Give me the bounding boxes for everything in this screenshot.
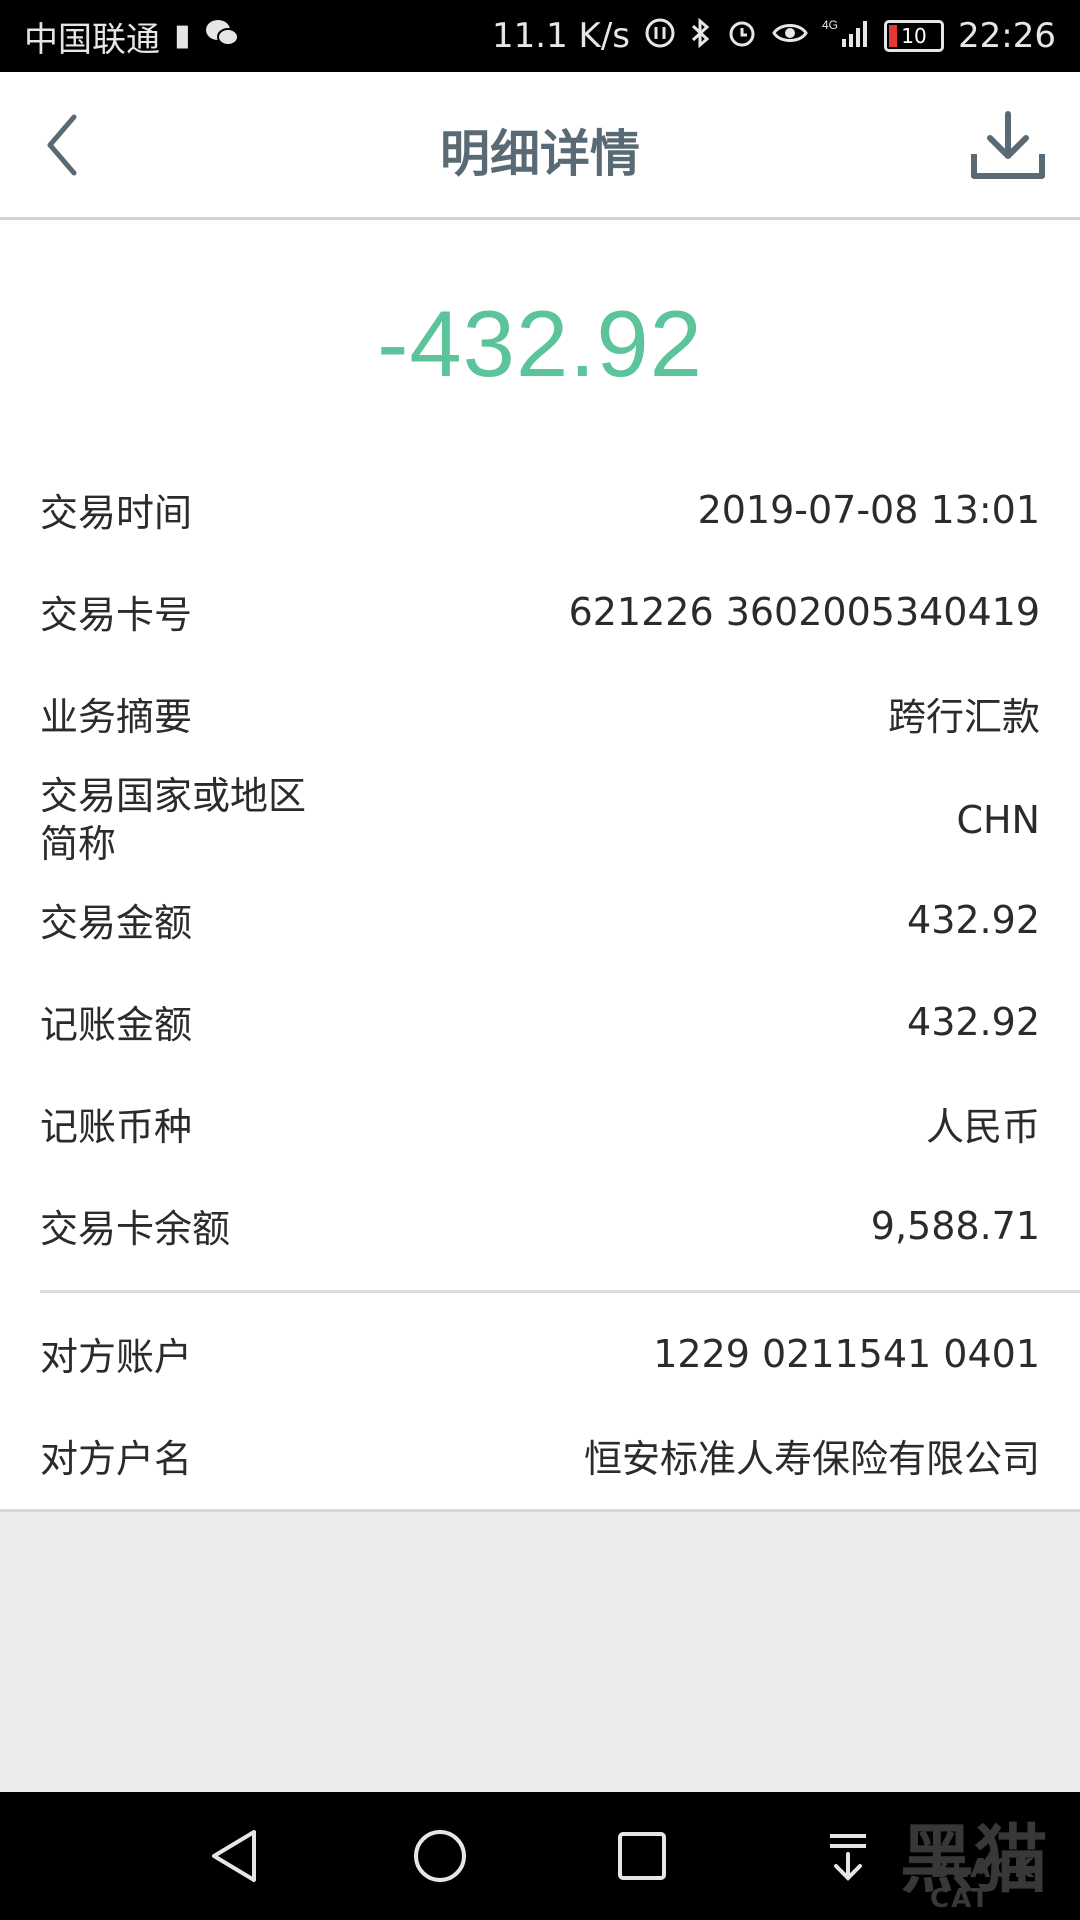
clock: 22:26 (958, 16, 1056, 56)
detail-label: 对方账户 (40, 1335, 193, 1379)
nav-home-button[interactable] (410, 1826, 470, 1886)
eye-comfort-icon (772, 20, 808, 52)
detail-value: 跨行汇款 (887, 695, 1040, 739)
battery-saver-icon: ▮ (174, 18, 191, 53)
detail-row-counterparty-name: 对方户名 恒安标准人寿保险有限公司 (40, 1428, 1040, 1483)
detail-row-card-number: 交易卡号 621226 3602005340419 (40, 584, 1040, 639)
triangle-back-icon (212, 1830, 256, 1882)
detail-row-balance: 交易卡余额 9,588.71 (40, 1198, 1040, 1253)
detail-value: 1229 0211541 0401 (653, 1331, 1040, 1376)
watermark-logo: 黑猫 BLACK CAT (810, 1800, 1080, 1920)
detail-value: 9,588.71 (870, 1203, 1040, 1248)
detail-value: 人民币 (925, 1105, 1040, 1149)
detail-value: 432.92 (907, 999, 1040, 1044)
carrier-name: 中国联通 (24, 19, 160, 60)
detail-value: 621226 3602005340419 (568, 589, 1040, 634)
alarm-icon (726, 17, 758, 55)
battery-icon: 10 (884, 20, 945, 52)
download-icon (971, 111, 1045, 179)
detail-row-country: 交易国家或地区 简称 CHN (40, 772, 1040, 868)
status-bar-left: 中国联通 ▮ (24, 12, 239, 61)
watermark-subtext: BLACK CAT (930, 1854, 1036, 1914)
detail-label: 交易国家或地区 简称 (40, 772, 360, 868)
status-bar-right: 11.1 K/s 4G 10 22:26 (492, 16, 1056, 56)
detail-label: 记账币种 (40, 1105, 193, 1149)
nav-back-button[interactable] (204, 1826, 264, 1886)
network-speed: 11.1 K/s (492, 16, 631, 56)
detail-row-summary: 业务摘要 跨行汇款 (40, 686, 1040, 741)
detail-label-line1: 交易国家或地区 (40, 774, 307, 818)
detail-row-currency: 记账币种 人民币 (40, 1096, 1040, 1151)
detail-label: 业务摘要 (40, 695, 193, 739)
detail-value: CHN (956, 798, 1040, 842)
nav-recents-button[interactable] (612, 1826, 672, 1886)
detail-label: 对方户名 (40, 1437, 193, 1481)
detail-label: 交易时间 (40, 491, 193, 535)
detail-label: 交易卡号 (40, 593, 193, 637)
app-header: 明细详情 (0, 72, 1080, 220)
detail-label: 交易金额 (40, 901, 193, 945)
network-type-label: 4G (822, 18, 838, 32)
data-saver-icon (644, 17, 676, 55)
detail-label: 交易卡余额 (40, 1207, 231, 1251)
wechat-icon (205, 18, 239, 54)
status-bar: 中国联通 ▮ 11.1 K/s 4G 10 22:26 (0, 0, 1080, 72)
signal-icon: 4G (822, 17, 870, 55)
detail-row-amount: 交易金额 432.92 (40, 892, 1040, 947)
square-recents-icon (618, 1832, 666, 1880)
bluetooth-icon (690, 17, 712, 55)
transaction-detail-card: -432.92 交易时间 2019-07-08 13:01 交易卡号 62122… (0, 220, 1080, 1512)
detail-value: 2019-07-08 13:01 (697, 487, 1040, 532)
page-title: 明细详情 (440, 125, 640, 183)
detail-row-time: 交易时间 2019-07-08 13:01 (40, 482, 1040, 537)
detail-label-line2: 简称 (40, 822, 117, 866)
transaction-amount: -432.92 (377, 291, 703, 396)
detail-row-posted-amount: 记账金额 432.92 (40, 994, 1040, 1049)
section-divider (40, 1290, 1080, 1293)
battery-level: 10 (901, 24, 927, 48)
detail-row-counterparty-account: 对方账户 1229 0211541 0401 (40, 1326, 1040, 1381)
detail-value: 432.92 (907, 897, 1040, 942)
detail-value: 恒安标准人寿保险有限公司 (583, 1437, 1040, 1481)
circle-home-icon (414, 1830, 466, 1882)
detail-label: 记账金额 (40, 1003, 193, 1047)
download-button[interactable] (968, 108, 1048, 184)
